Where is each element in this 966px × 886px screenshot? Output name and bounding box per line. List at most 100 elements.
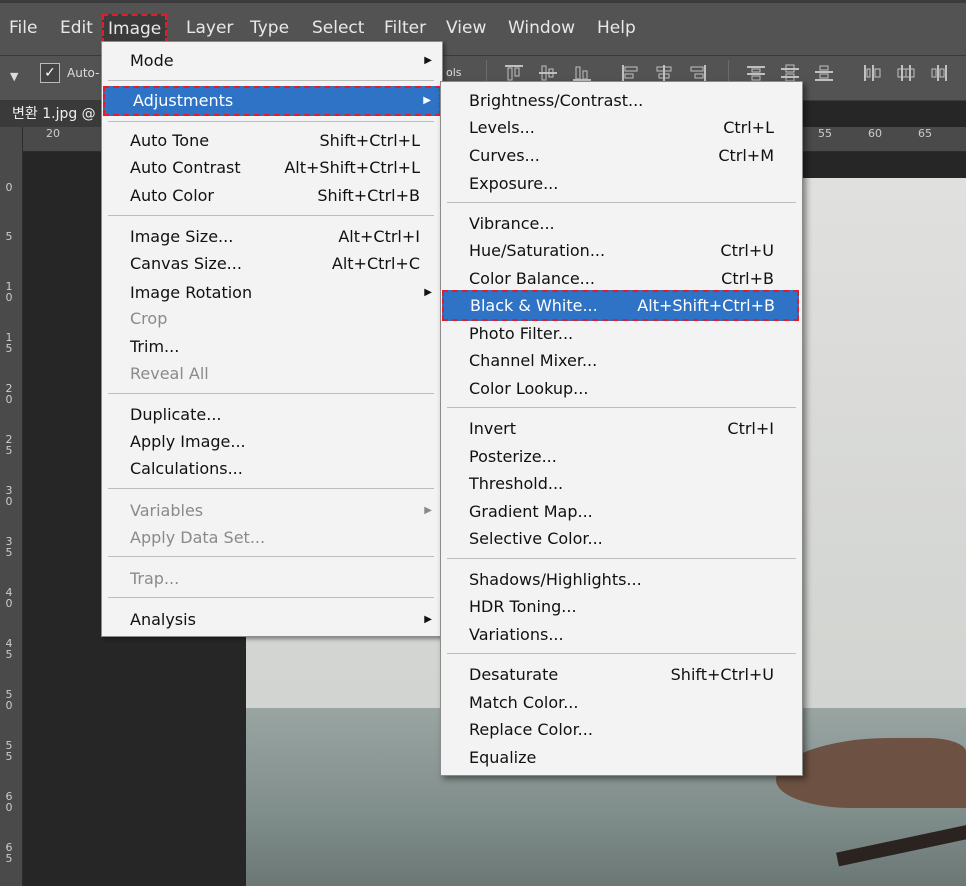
menu-item-auto-color[interactable]: Auto Color Shift+Ctrl+B bbox=[102, 182, 440, 209]
menu-item-reveal-all: Reveal All bbox=[130, 364, 209, 383]
menu-item-vibrance[interactable]: Vibrance... bbox=[441, 210, 800, 237]
menu-type[interactable]: Type bbox=[246, 13, 293, 43]
menu-item-replace-color[interactable]: Replace Color... bbox=[441, 716, 800, 743]
menu-item-apply-image[interactable]: Apply Image... bbox=[102, 428, 440, 455]
menu-item-auto-tone[interactable]: Auto Tone Shift+Ctrl+L bbox=[102, 127, 440, 154]
submenu-arrow-icon: ▶ bbox=[423, 95, 431, 106]
distribute-right-icon[interactable] bbox=[930, 64, 950, 82]
menu-item-threshold[interactable]: Threshold... bbox=[441, 470, 800, 497]
ruler-tick-label: 1 0 bbox=[5, 280, 13, 304]
ruler-tick-label: 6 0 bbox=[5, 790, 13, 814]
menu-item-duplicate[interactable]: Duplicate... bbox=[102, 401, 440, 428]
menu-item-color-balance[interactable]: Color Balance... Ctrl+B bbox=[441, 265, 800, 292]
auto-select-label: Auto- bbox=[67, 66, 100, 80]
align-top-icon[interactable] bbox=[504, 64, 524, 82]
ruler-tick-label: 2 0 bbox=[5, 382, 13, 406]
menu-item-gradient-map[interactable]: Gradient Map... bbox=[441, 498, 800, 525]
menu-separator bbox=[108, 121, 434, 122]
submenu-arrow-icon: ▶ bbox=[424, 55, 432, 66]
ruler-tick-label: 4 0 bbox=[5, 586, 13, 610]
menu-help[interactable]: Help bbox=[593, 13, 640, 43]
submenu-arrow-icon: ▶ bbox=[424, 505, 432, 516]
menu-item-curves[interactable]: Curves... Ctrl+M bbox=[441, 142, 800, 169]
ruler-tick-label: 20 bbox=[46, 127, 60, 140]
distribute-bottom-icon[interactable] bbox=[814, 64, 834, 82]
menu-item-apply-data-set: Apply Data Set... bbox=[130, 528, 266, 547]
menu-filter[interactable]: Filter bbox=[380, 13, 430, 43]
menu-item-photo-filter[interactable]: Photo Filter... bbox=[441, 320, 800, 347]
align-horizontal-center-icon[interactable] bbox=[654, 64, 674, 82]
align-vertical-center-icon[interactable] bbox=[538, 64, 558, 82]
menu-item-desaturate[interactable]: Desaturate Shift+Ctrl+U bbox=[441, 661, 800, 688]
menu-item-color-lookup[interactable]: Color Lookup... bbox=[441, 375, 800, 402]
menu-item-auto-contrast[interactable]: Auto Contrast Alt+Shift+Ctrl+L bbox=[102, 154, 440, 181]
auto-select-checkbox[interactable]: ✓ bbox=[40, 63, 60, 83]
adjustments-submenu: Brightness/Contrast... Levels... Ctrl+L … bbox=[440, 81, 803, 776]
distribute-top-icon[interactable] bbox=[746, 64, 766, 82]
menu-item-calculations[interactable]: Calculations... bbox=[102, 455, 440, 482]
image-menu-dropdown: Mode ▶ Adjustments ▶ Auto Tone Shift+Ctr… bbox=[101, 41, 443, 637]
menu-item-invert[interactable]: Invert Ctrl+I bbox=[441, 415, 800, 442]
ruler-tick-label: 1 5 bbox=[5, 331, 13, 355]
menu-item-variables: Variables ▶ bbox=[102, 497, 440, 524]
menu-file[interactable]: File bbox=[5, 13, 41, 43]
submenu-arrow-icon: ▶ bbox=[424, 614, 432, 625]
align-bottom-icon[interactable] bbox=[572, 64, 592, 82]
ruler-tick-label: 4 5 bbox=[5, 637, 13, 661]
menu-separator bbox=[108, 597, 434, 598]
menu-item-channel-mixer[interactable]: Channel Mixer... bbox=[441, 347, 800, 374]
menu-item-image-rotation[interactable]: Image Rotation ▶ bbox=[102, 279, 440, 306]
menu-item-analysis[interactable]: Analysis ▶ bbox=[102, 606, 440, 633]
menu-item-crop: Crop bbox=[130, 309, 168, 328]
ruler-tick-label: 2 5 bbox=[5, 433, 13, 457]
menu-edit[interactable]: Edit bbox=[56, 13, 97, 43]
transform-controls-label: ols bbox=[446, 66, 462, 79]
tool-preset-dropdown-icon[interactable]: ▼ bbox=[10, 70, 18, 83]
menu-item-hue-saturation[interactable]: Hue/Saturation... Ctrl+U bbox=[441, 237, 800, 264]
distribute-left-icon[interactable] bbox=[862, 64, 882, 82]
window-top-edge bbox=[0, 0, 966, 3]
ruler-tick-label: 65 bbox=[918, 127, 932, 140]
menu-separator bbox=[108, 80, 434, 81]
menu-item-match-color[interactable]: Match Color... bbox=[441, 689, 800, 716]
menu-item-hdr-toning[interactable]: HDR Toning... bbox=[441, 593, 800, 620]
ruler-tick-label: 5 0 bbox=[5, 688, 13, 712]
ruler-tick-label: 5 5 bbox=[5, 739, 13, 763]
document-tab[interactable]: 변환 1.jpg @ bbox=[0, 101, 104, 127]
menu-item-brightness-contrast[interactable]: Brightness/Contrast... bbox=[441, 87, 800, 114]
menu-select[interactable]: Select bbox=[308, 13, 368, 43]
menu-item-shadows-highlights[interactable]: Shadows/Highlights... bbox=[441, 566, 800, 593]
menu-separator bbox=[108, 393, 434, 394]
menu-separator bbox=[108, 556, 434, 557]
ruler-tick-label: 60 bbox=[868, 127, 882, 140]
menu-separator bbox=[447, 558, 796, 559]
menu-layer[interactable]: Layer bbox=[182, 13, 237, 43]
menu-view[interactable]: View bbox=[442, 13, 490, 43]
menu-separator bbox=[447, 653, 796, 654]
menu-item-selective-color[interactable]: Selective Color... bbox=[441, 525, 800, 552]
ruler-tick-label: 5 bbox=[5, 230, 13, 243]
menu-item-exposure[interactable]: Exposure... bbox=[441, 170, 800, 197]
menu-separator bbox=[108, 215, 434, 216]
menu-item-levels[interactable]: Levels... Ctrl+L bbox=[441, 114, 800, 141]
ruler-tick-label: 3 0 bbox=[5, 484, 13, 508]
menu-item-trap: Trap... bbox=[130, 569, 180, 588]
menu-separator bbox=[108, 488, 434, 489]
distribute-vertical-center-icon[interactable] bbox=[780, 64, 800, 82]
submenu-arrow-icon: ▶ bbox=[424, 287, 432, 298]
menu-item-variations[interactable]: Variations... bbox=[441, 621, 800, 648]
menu-window[interactable]: Window bbox=[504, 13, 579, 43]
menu-item-black-and-white[interactable]: Black & White... Alt+Shift+Ctrl+B bbox=[442, 290, 799, 321]
menu-item-mode[interactable]: Mode ▶ bbox=[102, 47, 440, 74]
menu-item-posterize[interactable]: Posterize... bbox=[441, 443, 800, 470]
align-left-icon[interactable] bbox=[620, 64, 640, 82]
menu-item-equalize[interactable]: Equalize bbox=[441, 744, 800, 771]
menu-image[interactable]: Image bbox=[102, 14, 168, 44]
align-right-icon[interactable] bbox=[688, 64, 708, 82]
menu-item-trim[interactable]: Trim... bbox=[102, 333, 440, 360]
distribute-horizontal-center-icon[interactable] bbox=[896, 64, 916, 82]
menu-item-image-size[interactable]: Image Size... Alt+Ctrl+I bbox=[102, 223, 440, 250]
menu-item-adjustments[interactable]: Adjustments ▶ bbox=[103, 86, 441, 116]
menu-separator bbox=[447, 407, 796, 408]
menu-item-canvas-size[interactable]: Canvas Size... Alt+Ctrl+C bbox=[102, 250, 440, 277]
